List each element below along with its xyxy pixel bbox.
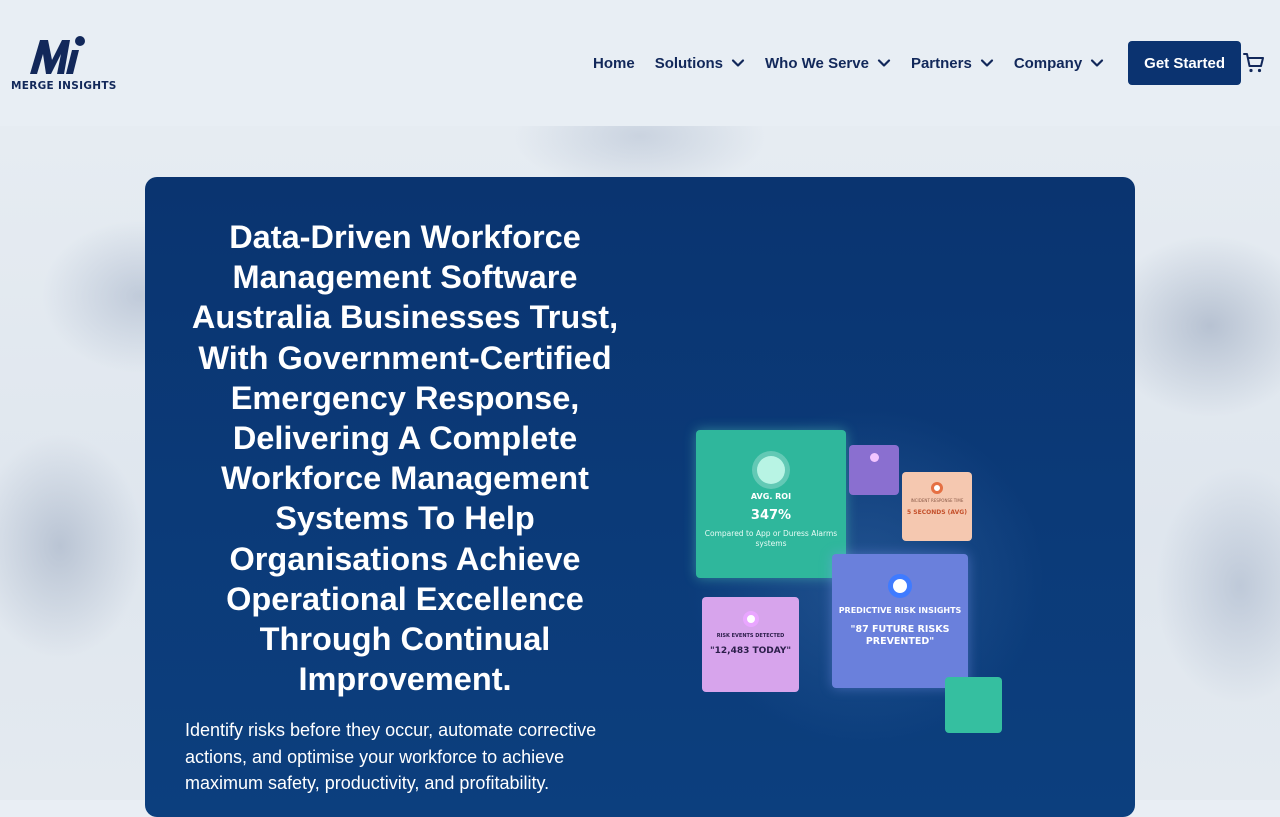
cart-icon[interactable] [1243,52,1265,74]
chevron-down-icon [980,59,993,67]
predictive-insights-tile: PREDICTIVE RISK INSIGHTS "87 FUTURE RISK… [832,554,968,688]
nav-item-company[interactable]: Company [1014,55,1104,72]
nav-item-home[interactable]: Home [593,55,635,72]
incident-label: INCIDENT RESPONSE TIME [910,498,964,503]
chevron-down-icon [731,59,745,67]
main-nav: Home Solutions Who We Serve Partners Com… [593,41,1242,85]
predictive-label: PREDICTIVE RISK INSIGHTS [838,606,962,615]
nav-item-label: Partners [910,54,972,72]
roi-value: 347% [750,508,792,523]
risk-events-label: RISK EVENTS DETECTED [716,633,785,639]
nav-item-label: Who We Serve [765,54,869,72]
get-started-button[interactable]: Get Started [1128,41,1242,85]
chevron-down-icon [1091,59,1104,67]
nav-item-solutions[interactable]: Solutions [655,55,745,72]
logo[interactable]: MERGE INSIGHTS [10,34,116,94]
small-purple-tile [849,445,899,495]
risk-events-value: "12,483 TODAY" [709,646,792,656]
nav-item-label: Solutions [654,54,724,72]
nav-item-label: Company [1013,54,1083,72]
merge-insights-logo-icon [30,36,85,74]
roi-label: AVG. ROI [750,492,792,501]
small-green-tile [945,677,1002,733]
hero-subtext: Identify risks before they occur, automa… [185,720,597,793]
hero-headline: Data-Driven Workforce Management Softwar… [191,219,619,698]
purple-indicator-icon [869,453,879,462]
predictive-value: "87 FUTURE RISKS PREVENTED" [850,624,950,647]
brand-name: MERGE INSIGHTS [11,80,117,92]
incident-response-tile: INCIDENT RESPONSE TIME 5 SECONDS (AVG) [902,472,972,541]
roi-tile: AVG. ROI 347% Compared to App or Duress … [696,430,846,578]
nav-item-partners[interactable]: Partners [911,55,994,72]
risk-events-tile: RISK EVENTS DETECTED "12,483 TODAY" [702,597,799,692]
roi-subtext: Compared to App or Duress Alarms systems [704,529,838,548]
incident-value: 5 SECONDS (AVG) [907,509,967,516]
risk-indicator-icon [742,611,759,627]
predictive-indicator-icon [888,574,912,598]
site-header: MERGE INSIGHTS Home Solutions Who We Ser… [0,0,1280,126]
incident-indicator-icon [931,482,943,494]
chevron-down-icon [877,59,891,67]
nav-item-label: Home [593,54,635,72]
roi-indicator-icon [757,456,785,484]
hero-card: Data-Driven Workforce Management Softwar… [145,177,1135,817]
nav-item-who-we-serve[interactable]: Who We Serve [765,55,891,72]
